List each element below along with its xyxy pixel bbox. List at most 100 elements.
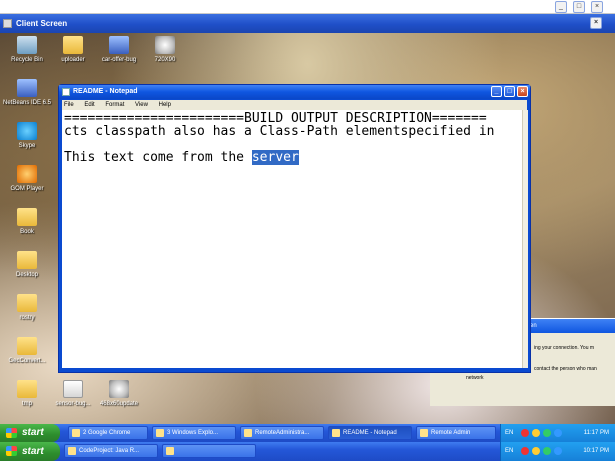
desktop-icon-label: Desktop [15,272,38,278]
tray-icon-1[interactable] [521,447,529,455]
app-icon [166,447,174,455]
menu-format[interactable]: Format [105,102,124,108]
netbeans-icon [17,79,37,97]
desktop-icon-label: GOM Player [10,186,44,192]
desktop-icon-label: car-offer-bug [101,57,137,63]
remote-start-button[interactable]: start [0,424,60,442]
folder-icon [156,429,164,437]
folder-icon [17,337,37,355]
local-taskbar: start CodeProject: Java R... EN 10:17 PM [0,442,615,461]
notepad-titlebar[interactable]: README - Notepad _ □ × [59,85,530,99]
start-label: start [22,427,44,438]
client-close-icon[interactable]: × [590,17,602,29]
desktop-icon-label: Skype [18,143,36,149]
remote-clock: 11:17 PM [583,430,609,436]
taskbar-button-app[interactable] [162,444,256,458]
desktop-icon-label: sensor-bug... [55,401,91,407]
taskbar-button-label: Remote Admin [431,430,471,436]
notepad-text-area[interactable]: =======================BUILD OUTPUT DESC… [62,110,522,368]
folder-icon [17,380,37,398]
desktop-icon-gecconvert[interactable]: GecConvert... [0,337,54,365]
tray-icon-4[interactable] [554,429,562,437]
language-indicator[interactable]: EN [505,442,513,461]
notepad-window[interactable]: README - Notepad _ □ × File Edit Format … [58,84,531,373]
taskbar-button-notepad[interactable]: README - Notepad [328,426,412,440]
desktop-icon-desktop[interactable]: Desktop [0,251,54,279]
notepad-title: README - Notepad [73,88,138,95]
client-window-titlebar: Client Screen × [0,14,615,33]
taskbar-button-codeproject[interactable]: CodeProject: Java R... [64,444,158,458]
desktop-icon-rostry[interactable]: rostry [0,294,54,322]
desktop-icon-gom-player[interactable]: GOM Player [0,165,54,193]
taskbar-button-chrome[interactable]: 2 Google Chrome [68,426,148,440]
folder-icon [17,208,37,226]
language-indicator[interactable]: EN [505,424,513,442]
menu-help[interactable]: Help [159,102,171,108]
tray-icon-1[interactable] [521,429,529,437]
notepad-icon [62,88,70,96]
close-icon[interactable]: × [591,1,603,13]
document-icon [63,380,83,398]
tray-icon-2[interactable] [532,447,540,455]
tray-icon-2[interactable] [532,429,540,437]
windows-logo-icon [6,428,17,438]
tray-icon-4[interactable] [554,447,562,455]
network-dialog-text-3: network [466,375,484,381]
taskbar-button-remote-admin[interactable]: Remote Admin [416,426,496,440]
menu-file[interactable]: File [64,102,74,108]
taskbar-button-label: RemoteAdministra... [255,430,310,436]
desktop-icon-label: rostry [19,315,35,321]
notepad-minimize-icon[interactable]: _ [491,86,502,97]
desktop-icon-468x60update[interactable]: 468x60update [92,380,146,408]
shortcut-icon [109,36,129,54]
taskbar-button-explorer[interactable]: 3 Windows Explo... [152,426,236,440]
minimize-icon[interactable]: _ [555,1,567,13]
app-icon [244,429,252,437]
taskbar-button-label: 3 Windows Explo... [167,430,219,436]
notepad-icon [332,429,340,437]
taskbar-button-remoteadmin[interactable]: RemoteAdministra... [240,426,324,440]
desktop-icon-label: Book [20,229,34,235]
desktop-icon-label: 468x60update [99,401,139,407]
desktop-icon-720x90[interactable]: 720X90 [138,36,192,64]
notepad-maximize-icon[interactable]: □ [504,86,515,97]
desktop-icon-label: 720X90 [154,57,176,63]
selected-text: server [251,150,299,165]
desktop-icon-label: uploader [61,57,85,63]
text-line-2: cts classpath also has a Class-Path elem… [64,124,495,139]
notepad-close-icon[interactable]: × [517,86,528,97]
folder-icon [17,251,37,269]
tray-icon-3[interactable] [543,447,551,455]
network-dialog-text-2: contact the person who man [534,366,597,372]
desktop-icon-book[interactable]: Book [0,208,54,236]
skype-icon [17,122,37,140]
menu-edit[interactable]: Edit [84,102,94,108]
recycle-bin-icon [17,36,37,54]
maximize-icon[interactable]: □ [573,1,585,13]
gom-player-icon [17,165,37,183]
tray-icon-3[interactable] [543,429,551,437]
notepad-menubar: File Edit Format View Help [62,100,527,110]
desktop-icon-skype[interactable]: Skype [0,122,54,150]
browser-icon [68,447,76,455]
text-line-4: This text come from the server [64,150,522,165]
taskbar-button-label: 2 Google Chrome [83,430,131,436]
desktop-icon-label: GecConvert... [8,358,46,364]
remote-system-tray: EN 11:17 PM [500,424,615,442]
network-dialog-text-1: ing your connection. You m [534,345,595,351]
desktop-icon-netbeans[interactable]: NetBeans IDE 6.5 [0,79,54,107]
local-clock: 10:17 PM [583,448,609,454]
chrome-icon [72,429,80,437]
desktop-icon-label: tmp [21,401,32,407]
text-line-4-prefix: This text come from the [64,150,252,165]
notepad-vertical-scrollbar[interactable] [522,110,528,368]
local-start-button[interactable]: start [0,442,60,461]
remote-taskbar: start 2 Google Chrome 3 Windows Explo...… [0,424,615,442]
window-icon [3,19,12,28]
top-strip: _ □ × [0,0,615,14]
menu-view[interactable]: View [135,102,148,108]
desktop-icon-label: NetBeans IDE 6.5 [2,100,52,106]
app-icon [420,429,428,437]
swf-file-icon [155,36,175,54]
swf-file-icon [109,380,129,398]
